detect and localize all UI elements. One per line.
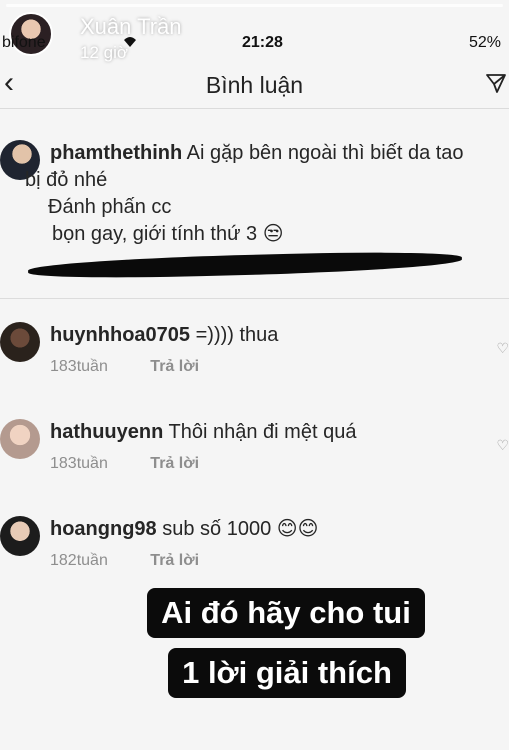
comment-username[interactable]: huynhhoa0705 [50, 324, 190, 346]
comment-text: sub số 1000 😊😊 [162, 518, 319, 540]
reply-button[interactable]: Trả lời [150, 358, 199, 375]
comment-meta: 183tuần Trả lời [50, 358, 199, 376]
send-icon[interactable] [485, 72, 507, 94]
caption-text: Ai đó hãy cho tui [147, 588, 425, 638]
reply-button[interactable]: Trả lời [150, 455, 199, 472]
battery-indicator: 52% [468, 34, 501, 51]
comment-meta: 183tuần Trả lời [50, 455, 199, 473]
avatar[interactable] [0, 322, 40, 362]
status-time: 21:28 [242, 34, 283, 51]
comment-meta: 182tuần Trả lời [50, 552, 199, 570]
comment-text: Thôi nhận đi mệt quá [168, 421, 357, 443]
comment-text: bọn gay, giới tính thứ 3 😒 [52, 223, 284, 245]
comment-time: 183tuần [50, 455, 108, 472]
comment-text: =)))) thua [195, 324, 279, 346]
comment-line: hoangng98 sub số 1000 😊😊 [50, 516, 318, 543]
carrier-name: bifone [2, 34, 46, 51]
redaction-scribble [27, 249, 463, 281]
comment-time: 183tuần [50, 358, 108, 375]
page-title: Bình luận [205, 72, 304, 98]
caption-text: 1 lời giải thích [168, 648, 406, 698]
avatar[interactable] [0, 516, 40, 556]
divider [0, 298, 509, 299]
list-item: huynhhoa0705 =)))) thua 183tuần Trả lời … [0, 318, 509, 398]
story-progress-bar [6, 4, 503, 7]
comment-text: bị đỏ nhé [25, 169, 108, 191]
reply-button[interactable]: Trả lời [150, 552, 199, 569]
list-item: hoangng98 sub số 1000 😊😊 182tuần Trả lời [0, 512, 509, 592]
screenshot: Xuân Trần 12 giờ bifone 21:28 52% ‹ Bình… [0, 0, 509, 750]
comment-text: Đánh phấn cc [48, 196, 172, 218]
status-bar: bifone 21:28 52% [0, 34, 509, 56]
list-item: hathuuyenn Thôi nhận đi mệt quá 183tuần … [0, 415, 509, 495]
comment-line: hathuuyenn Thôi nhận đi mệt quá [50, 419, 356, 446]
caption-line: Ai đó hãy cho tui [130, 588, 442, 640]
heart-icon[interactable]: ♡ [496, 340, 509, 357]
heart-icon[interactable]: ♡ [496, 437, 509, 454]
wifi-icon [122, 34, 138, 51]
comment-username[interactable]: hathuuyenn [50, 421, 163, 443]
comment-time: 182tuần [50, 552, 108, 569]
comment-line: phamthethinh Ai gặp bên ngoài thì biết d… [50, 140, 464, 167]
avatar[interactable] [0, 419, 40, 459]
comments-header: ‹ Bình luận [0, 62, 509, 109]
comment-line: huynhhoa0705 =)))) thua [50, 322, 278, 349]
comment-username[interactable]: phamthethinh [50, 142, 182, 164]
comment-username[interactable]: hoangng98 [50, 518, 157, 540]
caption-line: 1 lời giải thích [156, 648, 418, 698]
comment-text: Ai gặp bên ngoài thì biết da tao [186, 142, 464, 164]
